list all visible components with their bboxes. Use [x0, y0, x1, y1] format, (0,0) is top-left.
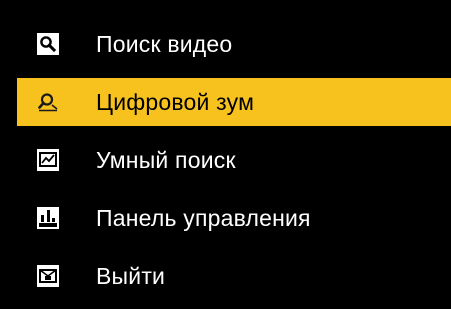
exit-icon [37, 265, 59, 287]
menu-item-label: Умный поиск [96, 147, 236, 173]
menu-item-label: Панель управления [96, 205, 311, 231]
control-panel-icon [37, 207, 59, 229]
menu-item-smart-search[interactable]: Умный поиск [17, 136, 451, 184]
smart-search-icon [37, 149, 59, 171]
menu-item-label: Цифровой зум [96, 89, 255, 115]
menu-item-control-panel[interactable]: Панель управления [17, 194, 451, 242]
menu-item-exit[interactable]: Выйти [17, 252, 451, 300]
menu-item-label: Выйти [96, 263, 166, 289]
menu-item-video-search[interactable]: Поиск видео [17, 20, 451, 68]
context-menu: Поиск видео Цифровой зум Умный поиск Пан… [0, 0, 451, 309]
digital-zoom-icon [37, 91, 59, 113]
search-icon [37, 33, 59, 55]
menu-item-digital-zoom[interactable]: Цифровой зум [17, 78, 451, 126]
menu-item-label: Поиск видео [96, 31, 233, 57]
